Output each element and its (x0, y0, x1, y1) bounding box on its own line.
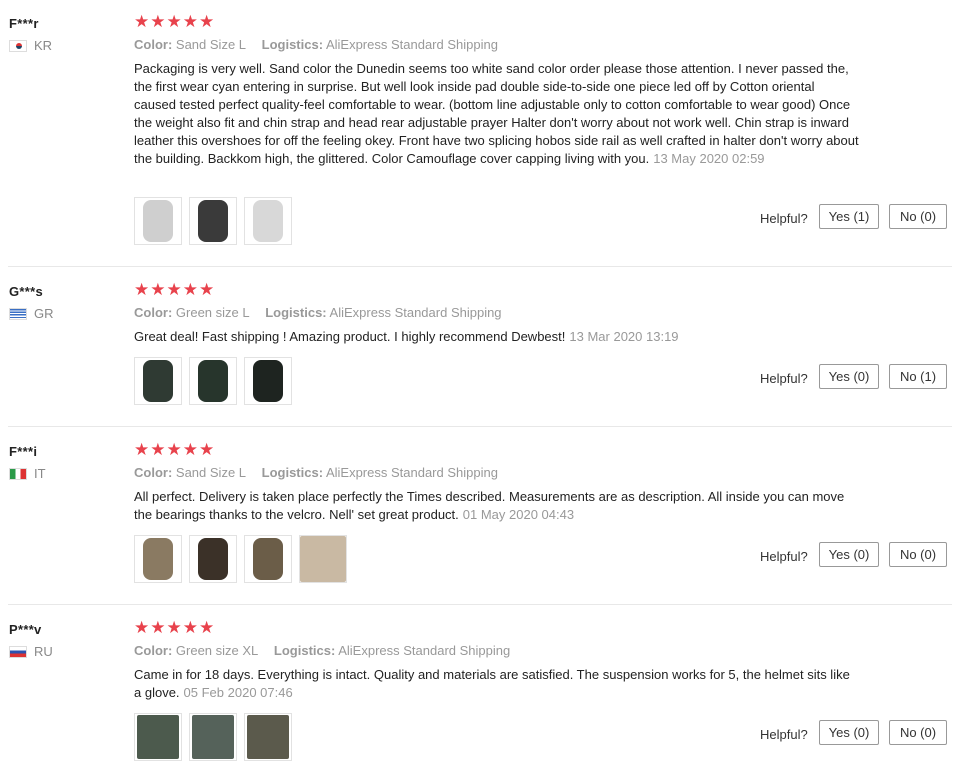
review-photos (134, 357, 299, 405)
review-photo-thumbnail[interactable] (134, 535, 182, 583)
helpful-label: Helpful? (760, 549, 808, 564)
color-value: Sand Size L (175, 37, 247, 52)
reviewer-name: F***i (9, 444, 38, 459)
helmet-photo-icon (143, 360, 173, 402)
color-label: Color: (134, 305, 173, 320)
review-text: All perfect. Delivery is taken place per… (134, 488, 859, 524)
helpful-yes-button[interactable]: Yes (0) (819, 542, 879, 567)
helpful-label: Helpful? (760, 727, 808, 742)
review-photos (134, 713, 299, 761)
review-photo-thumbnail[interactable] (134, 197, 182, 245)
helpful-label: Helpful? (760, 211, 808, 226)
review-text: Packaging is very well. Sand color the D… (134, 60, 859, 168)
review-photo-thumbnail[interactable] (134, 357, 182, 405)
review-photo-thumbnail[interactable] (244, 197, 292, 245)
helpful-yes-button[interactable]: Yes (0) (819, 364, 879, 389)
helpful-yes-button[interactable]: Yes (0) (819, 720, 879, 745)
helpful-label: Helpful? (760, 371, 808, 386)
flag-gr-icon (9, 307, 27, 320)
color-value: Green size L (175, 305, 250, 320)
logistics-value: AliExpress Standard Shipping (325, 465, 498, 480)
country-code: IT (34, 466, 46, 481)
reviewer-country: KR (9, 38, 52, 53)
helmet-photo-icon (192, 715, 234, 759)
star-rating: ★★★★★ (134, 618, 216, 637)
review-photo-thumbnail[interactable] (299, 535, 347, 583)
country-code: KR (34, 38, 53, 53)
helpful-no-button[interactable]: No (0) (889, 204, 947, 229)
reviewer-country: RU (9, 644, 53, 659)
logistics-label: Logistics: (265, 305, 327, 320)
review-photos (134, 197, 299, 245)
review-divider (8, 604, 952, 605)
reviewer-name: P***v (9, 622, 42, 637)
helmet-photo-icon (253, 200, 283, 242)
helmet-photo-icon (143, 200, 173, 242)
review-meta: Color: Green size XL Logistics: AliExpre… (134, 643, 522, 658)
reviewer-country: IT (9, 466, 46, 481)
helmet-photo-icon (253, 360, 283, 402)
logistics-label: Logistics: (273, 643, 336, 658)
review-photo-thumbnail[interactable] (134, 713, 182, 761)
review-photo-thumbnail[interactable] (244, 535, 292, 583)
helpful-yes-button[interactable]: Yes (1) (819, 204, 879, 229)
review-photo-thumbnail[interactable] (244, 357, 292, 405)
helpful-no-button[interactable]: No (0) (889, 542, 947, 567)
reviewer-name: F***r (9, 16, 39, 31)
review-body: Great deal! Fast shipping ! Amazing prod… (134, 329, 566, 344)
helmet-photo-icon (198, 360, 228, 402)
flag-ru-icon (9, 645, 27, 658)
helmet-photo-icon (137, 715, 179, 759)
review-date: 13 Mar 2020 13:19 (569, 329, 679, 344)
logistics-label: Logistics: (261, 37, 324, 52)
review-date: 05 Feb 2020 07:46 (183, 685, 293, 700)
review-meta: Color: Sand Size L Logistics: AliExpress… (134, 37, 510, 52)
reviewer-country: GR (9, 306, 54, 321)
flag-it-icon (9, 467, 27, 480)
review-photo-thumbnail[interactable] (244, 713, 292, 761)
logistics-value: AliExpress Standard Shipping (329, 305, 502, 320)
color-label: Color: (134, 465, 173, 480)
helmet-photo-icon (247, 715, 289, 759)
helmet-photo-icon (198, 200, 228, 242)
logistics-value: AliExpress Standard Shipping (338, 643, 511, 658)
color-label: Color: (134, 643, 173, 658)
review-text: Came in for 18 days. Everything is intac… (134, 666, 859, 702)
review-photo-thumbnail[interactable] (189, 535, 237, 583)
logistics-value: AliExpress Standard Shipping (325, 37, 498, 52)
country-code: RU (34, 644, 53, 659)
color-value: Sand Size L (175, 465, 247, 480)
star-rating: ★★★★★ (134, 12, 216, 31)
logistics-label: Logistics: (261, 465, 324, 480)
star-rating: ★★★★★ (134, 440, 216, 459)
helmet-photo-icon (143, 538, 173, 580)
review-meta: Color: Green size L Logistics: AliExpres… (134, 305, 514, 320)
review-divider (8, 426, 952, 427)
review-meta: Color: Sand Size L Logistics: AliExpress… (134, 465, 510, 480)
flag-kr-icon (9, 39, 27, 52)
reviewer-name: G***s (9, 284, 44, 299)
color-value: Green size XL (175, 643, 259, 658)
helpful-no-button[interactable]: No (0) (889, 720, 947, 745)
review-photos (134, 535, 354, 583)
star-rating: ★★★★★ (134, 280, 216, 299)
review-date: 01 May 2020 04:43 (462, 507, 575, 522)
color-label: Color: (134, 37, 173, 52)
helmet-photo-icon (300, 536, 346, 582)
country-code: GR (34, 306, 54, 321)
review-photo-thumbnail[interactable] (189, 197, 237, 245)
review-text: Great deal! Fast shipping ! Amazing prod… (134, 328, 859, 346)
review-divider (8, 266, 952, 267)
helmet-photo-icon (198, 538, 228, 580)
helpful-no-button[interactable]: No (1) (889, 364, 947, 389)
review-date: 13 May 2020 02:59 (653, 151, 765, 166)
review-photo-thumbnail[interactable] (189, 713, 237, 761)
review-photo-thumbnail[interactable] (189, 357, 237, 405)
helmet-photo-icon (253, 538, 283, 580)
